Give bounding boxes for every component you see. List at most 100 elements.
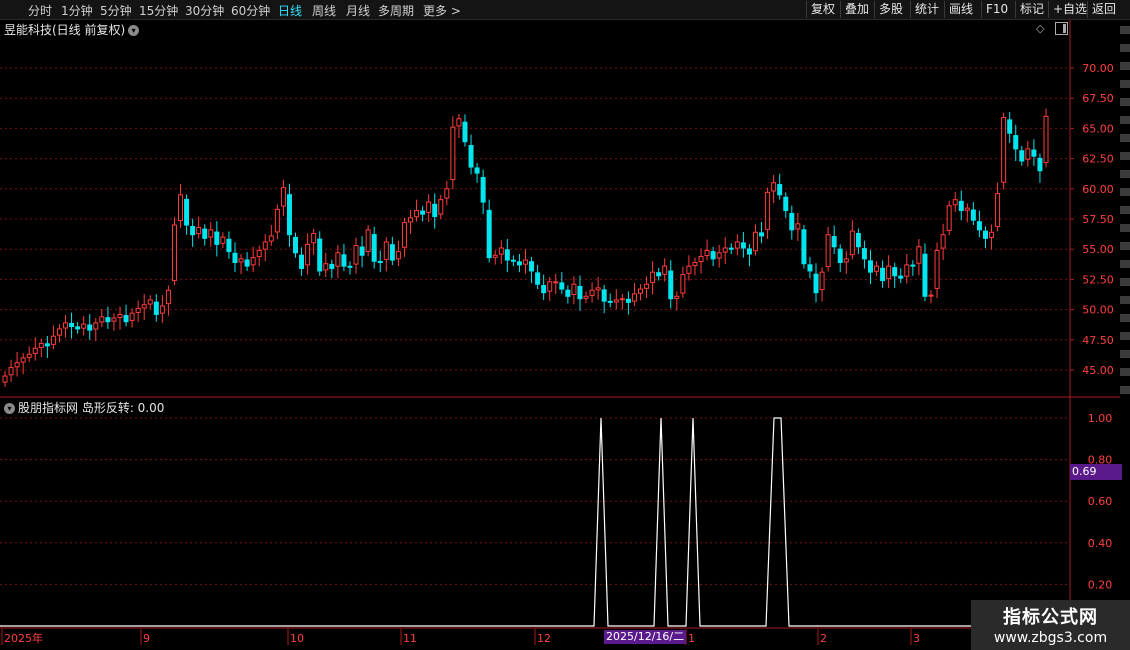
candle-down: [44, 343, 50, 347]
candle-up: [159, 305, 165, 314]
watermark: 指标公式网 www.zbgs3.com: [971, 600, 1130, 650]
candle-up: [20, 357, 26, 363]
candle-down: [837, 248, 843, 263]
watermark-url: www.zbgs3.com: [993, 630, 1108, 646]
diamond-icon[interactable]: ◇: [1036, 22, 1044, 35]
candle-up: [444, 188, 450, 199]
candle-down: [607, 300, 613, 303]
candle-down: [559, 282, 565, 290]
candle-down: [577, 285, 583, 300]
candle-down: [371, 234, 377, 262]
candle-down: [432, 203, 438, 218]
stock-title: 昱能科技(日线 前复权): [4, 23, 126, 37]
candle-up: [613, 299, 619, 303]
candle-down: [529, 261, 535, 272]
candle-down: [601, 289, 607, 302]
candle-down: [123, 315, 129, 323]
candle-up: [934, 249, 940, 289]
candle-up: [38, 342, 44, 349]
candle-down: [976, 221, 982, 231]
cursor-date-tag: 2025/12/16/二: [604, 630, 687, 644]
chevron-down-icon[interactable]: ▾: [128, 25, 140, 36]
candle-up: [916, 246, 922, 264]
candle-up: [238, 258, 244, 263]
candle-up: [704, 249, 710, 257]
candle-up: [716, 252, 722, 259]
candle-up: [692, 261, 698, 267]
candle-down: [783, 196, 789, 212]
candle-up: [56, 328, 62, 336]
candle-down: [535, 272, 541, 285]
candle-up: [765, 191, 771, 230]
time-axis-label: 2025年: [4, 631, 43, 645]
candle-up: [523, 259, 528, 265]
candle-down: [746, 248, 752, 255]
candle-down: [153, 301, 159, 315]
candle-up: [262, 241, 268, 250]
candle-up: [8, 367, 14, 376]
candle-down: [293, 236, 299, 254]
candle-down: [480, 176, 486, 203]
candle-down: [813, 273, 819, 294]
candle-down: [286, 194, 292, 236]
candle-up: [408, 217, 414, 223]
candle-down: [777, 184, 783, 196]
candle-up: [1043, 115, 1049, 164]
candle-down: [740, 242, 746, 249]
candle-up: [843, 258, 849, 263]
candle-down: [807, 264, 813, 272]
candle-up: [414, 210, 420, 218]
price-axis-label: 67.50: [1082, 92, 1114, 105]
candle-up: [395, 251, 401, 260]
candle-up: [583, 295, 589, 299]
candle-down: [710, 251, 716, 260]
panel-toggle-icon[interactable]: [1055, 22, 1068, 35]
candle-down: [759, 232, 765, 237]
candle-up: [1025, 148, 1031, 160]
candle-up: [117, 313, 123, 319]
candle-up: [250, 257, 256, 266]
candle-up: [952, 199, 958, 206]
candle-up: [734, 241, 740, 249]
candle-up: [196, 226, 202, 235]
candle-up: [353, 245, 359, 265]
candle-down: [226, 238, 232, 253]
candle-down: [377, 260, 383, 263]
candle-down: [789, 212, 795, 231]
candle-up: [165, 289, 171, 305]
candle-up: [849, 230, 855, 256]
stock-chart[interactable]: 70.00 67.50 65.00 62.50 60.00 57.50 55.00 52.50…: [0, 0, 1130, 650]
candle-down: [299, 254, 305, 270]
chevron-down-icon[interactable]: ▾: [4, 403, 15, 414]
candle-up: [498, 247, 504, 255]
candle-down: [565, 289, 571, 297]
candle-down: [504, 249, 510, 261]
time-axis-label: 2: [820, 632, 827, 645]
candle-up: [940, 234, 946, 249]
candle-up: [383, 241, 389, 260]
candle-down: [892, 267, 898, 277]
candle-up: [401, 222, 407, 248]
candle-up: [686, 265, 692, 274]
candle-up: [305, 243, 311, 266]
candle-down: [880, 267, 886, 282]
candle-down: [359, 246, 365, 256]
candle-down: [656, 272, 662, 277]
candle-down: [728, 247, 734, 250]
candle-down: [214, 231, 220, 245]
candle-up: [438, 199, 444, 215]
candle-up: [26, 353, 32, 358]
candle-down: [190, 225, 196, 236]
candle-up: [63, 322, 69, 329]
candle-down: [510, 259, 516, 262]
candle-down: [420, 210, 426, 215]
candle-up: [93, 322, 99, 330]
candle-up: [335, 252, 341, 267]
candle-down: [105, 317, 111, 323]
price-axis-label: 55.00: [1082, 243, 1114, 256]
candle-down: [1007, 119, 1013, 134]
indicator-label: 股朋指标网 岛形反转: 0.00: [18, 401, 165, 415]
candle-up: [426, 201, 432, 213]
candle-up: [819, 271, 825, 291]
candle-down: [1019, 150, 1025, 162]
